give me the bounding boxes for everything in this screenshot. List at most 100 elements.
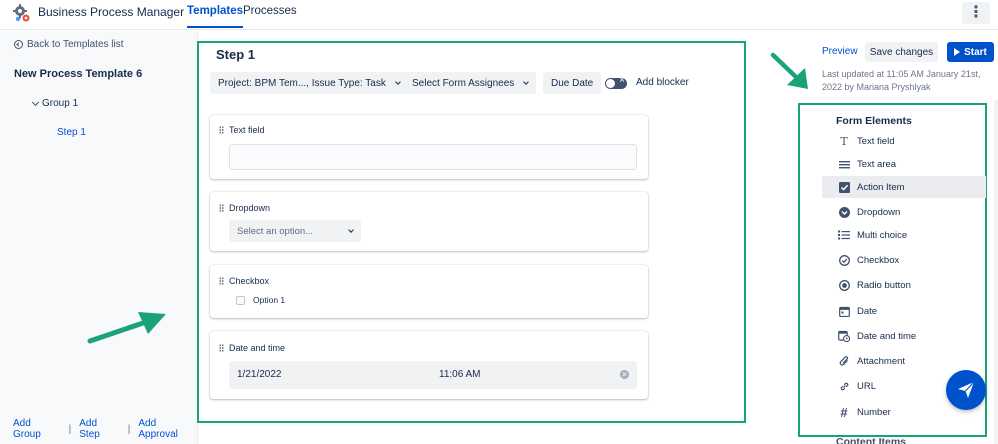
save-changes-button[interactable]: Save changes [865,42,938,62]
sidebar-step-item[interactable]: Step 1 [57,127,86,138]
form-element-multi-choice[interactable]: Multi choice [822,224,986,246]
due-date-label: Due Date [551,77,594,89]
form-element-label: Dropdown [857,206,901,218]
drag-handle-icon[interactable] [219,126,224,134]
form-field-card-text: Text field [210,115,648,179]
action-item-icon [838,181,850,193]
top-bar: Business Process Manager Templates Proce… [0,0,998,30]
url-link-icon [838,380,850,392]
date-time-input[interactable]: 1/21/2022 11:06 AM × [229,361,637,389]
annotation-arrow-right [770,52,808,89]
assignees-chip-label: Select Form Assignees [412,77,515,89]
chevron-down-icon [523,79,530,85]
clear-icon[interactable]: × [620,370,629,379]
next-section-title-partial: Content Items [836,436,907,444]
form-element-label: Action Item [857,181,905,193]
dropdown-placeholder: Select an option... [237,225,314,237]
time-value: 11:06 AM [439,369,481,380]
tab-processes[interactable]: Processes [243,5,297,17]
step-title: Step 1 [216,47,256,62]
add-step-link[interactable]: Add Step [79,418,120,440]
annotation-arrow-left [87,312,166,344]
chevron-down-icon [395,79,401,85]
more-options-kebab-icon[interactable]: ⋮ [962,2,990,24]
form-element-dropdown[interactable]: Dropdown [822,201,986,223]
scrollbar[interactable] [994,100,998,444]
form-field-card-checkbox: Checkbox Option 1 [210,265,648,318]
checkbox-option[interactable]: Option 1 [236,295,285,305]
chevron-down-icon [31,98,40,106]
form-element-label: Checkbox [857,254,900,266]
form-element-label: Date [857,305,878,317]
date-icon [838,305,850,317]
template-name: New Process Template 6 [14,68,143,80]
dropdown-icon [838,206,850,218]
field-label: Date and time [229,343,286,353]
sidebar-footer: Add Group | Add Step | Add Approval [13,418,197,440]
number-hash-icon: # [840,404,848,420]
date-time-icon [838,330,850,342]
date-value: 1/21/2022 [237,369,282,380]
form-field-card-datetime: Date and time 1/21/2022 11:06 AM × [210,331,648,399]
form-element-label: Number [857,406,891,418]
field-label: Dropdown [229,203,271,213]
form-element-label: URL [857,380,877,392]
group-label: Group 1 [42,98,79,109]
chevron-down-icon [348,227,354,233]
add-blocker-toggle[interactable] [605,75,627,89]
form-element-attachment[interactable]: Attachment [822,350,986,372]
drag-handle-icon[interactable] [219,344,224,352]
text-area-icon [838,158,850,170]
project-chip-label: Project: BPM Tem..., Issue Type: Task [218,77,386,89]
attachment-icon [838,355,850,367]
checkbox-icon [838,254,850,266]
form-element-label: Attachment [857,355,906,367]
send-paper-plane-fab[interactable] [946,370,986,410]
back-link-label: Back to Templates list [27,39,124,50]
left-sidebar: Back to Templates list New Process Templ… [0,31,198,444]
start-button[interactable]: Start [947,42,994,62]
project-issue-type-select[interactable]: Project: BPM Tem..., Issue Type: Task [210,72,408,94]
back-to-templates-link[interactable]: Back to Templates list [14,39,124,50]
paper-plane-icon [958,381,975,398]
form-element-radio-button[interactable]: Radio button [822,274,986,296]
last-updated-text: Last updated at 11:05 AM January 21st, 2… [822,69,981,92]
separator: | [127,423,131,435]
add-blocker-label: Add blocker [636,77,689,88]
field-label: Text field [229,125,265,135]
form-element-label: Text field [857,135,895,147]
dropdown-select[interactable]: Select an option... [229,220,361,242]
form-element-action-item[interactable]: Action Item [822,176,986,198]
drag-handle-icon[interactable] [219,277,224,285]
preview-button[interactable]: Preview [822,46,858,57]
due-date-button[interactable]: Due Date [543,72,602,94]
app-title: Business Process Manager [38,5,185,19]
form-element-date-and-time[interactable]: Date and time [822,325,986,347]
drag-handle-icon[interactable] [219,204,224,212]
form-assignees-select[interactable]: Select Form Assignees [404,72,537,94]
radio-button-icon [838,279,850,291]
play-icon [954,48,961,56]
text-field-input[interactable] [229,144,637,170]
form-element-date[interactable]: Date [822,300,986,322]
form-field-card-dropdown: Dropdown Select an option... [210,192,648,251]
form-element-label: Multi choice [857,229,908,241]
form-elements-title: Form Elements [836,115,912,127]
field-label: Checkbox [229,276,270,286]
tab-templates[interactable]: Templates [187,5,244,28]
checkbox-icon [236,295,245,305]
group-item[interactable]: Group 1 [31,98,79,109]
form-element-label: Date and time [857,330,917,342]
back-arrow-icon [14,40,23,49]
text-field-icon: T [840,134,848,148]
form-element-checkbox[interactable]: Checkbox [822,249,986,271]
separator: | [68,423,72,435]
multi-choice-icon [838,229,850,241]
app-logo-gears-icon [13,4,30,22]
add-approval-link[interactable]: Add Approval [138,418,197,440]
form-element-text-field[interactable]: T Text field [822,130,986,152]
form-element-label: Radio button [857,279,911,291]
form-element-text-area[interactable]: Text area [822,153,986,175]
form-element-label: Text area [857,158,897,170]
add-group-link[interactable]: Add Group [13,418,61,440]
